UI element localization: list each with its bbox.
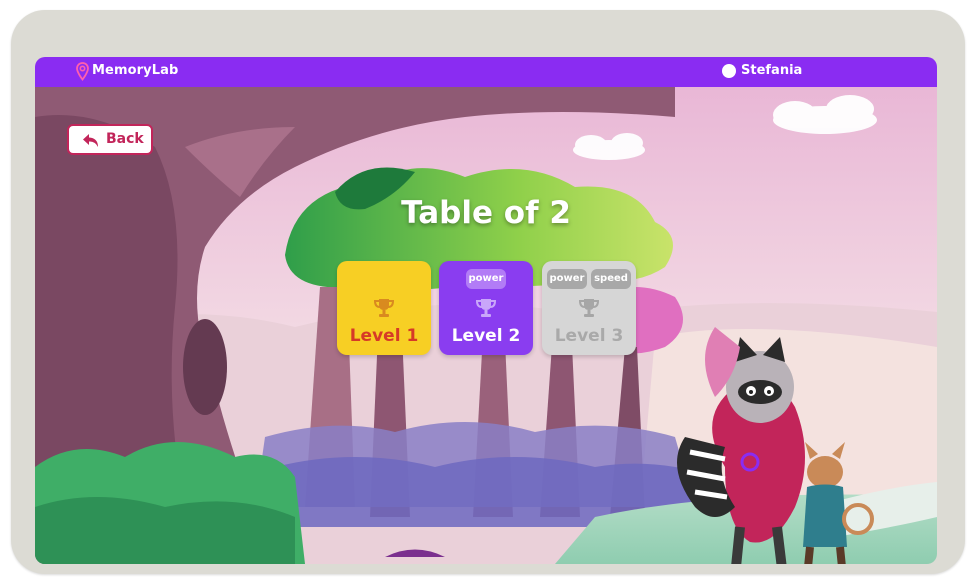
user-name: Stefania	[741, 63, 803, 78]
location-pin-icon	[76, 62, 89, 81]
level-tag: speed	[591, 269, 631, 289]
app-screen: MemoryLab Stefania Back Table of 2 Level…	[35, 57, 937, 564]
page-title: Table of 2	[401, 195, 571, 231]
undo-arrow-icon	[83, 134, 98, 147]
level-label: Level 2	[451, 326, 521, 346]
level-label: Level 1	[349, 326, 419, 346]
level-card-1[interactable]: Level 1	[337, 261, 431, 355]
level-card-2[interactable]: power Level 2	[439, 261, 533, 355]
back-button[interactable]: Back	[67, 124, 153, 155]
trophy-icon	[373, 299, 395, 317]
level-tag: power	[466, 269, 506, 289]
top-bar: MemoryLab Stefania	[35, 57, 937, 87]
level-card-3: power speed Level 3	[542, 261, 636, 355]
trophy-icon	[578, 299, 600, 317]
app-name: MemoryLab	[92, 63, 179, 78]
level-tag: power	[547, 269, 587, 289]
back-label: Back	[106, 131, 144, 147]
avatar	[722, 64, 736, 78]
trophy-icon	[475, 299, 497, 317]
level-label: Level 3	[554, 326, 624, 346]
